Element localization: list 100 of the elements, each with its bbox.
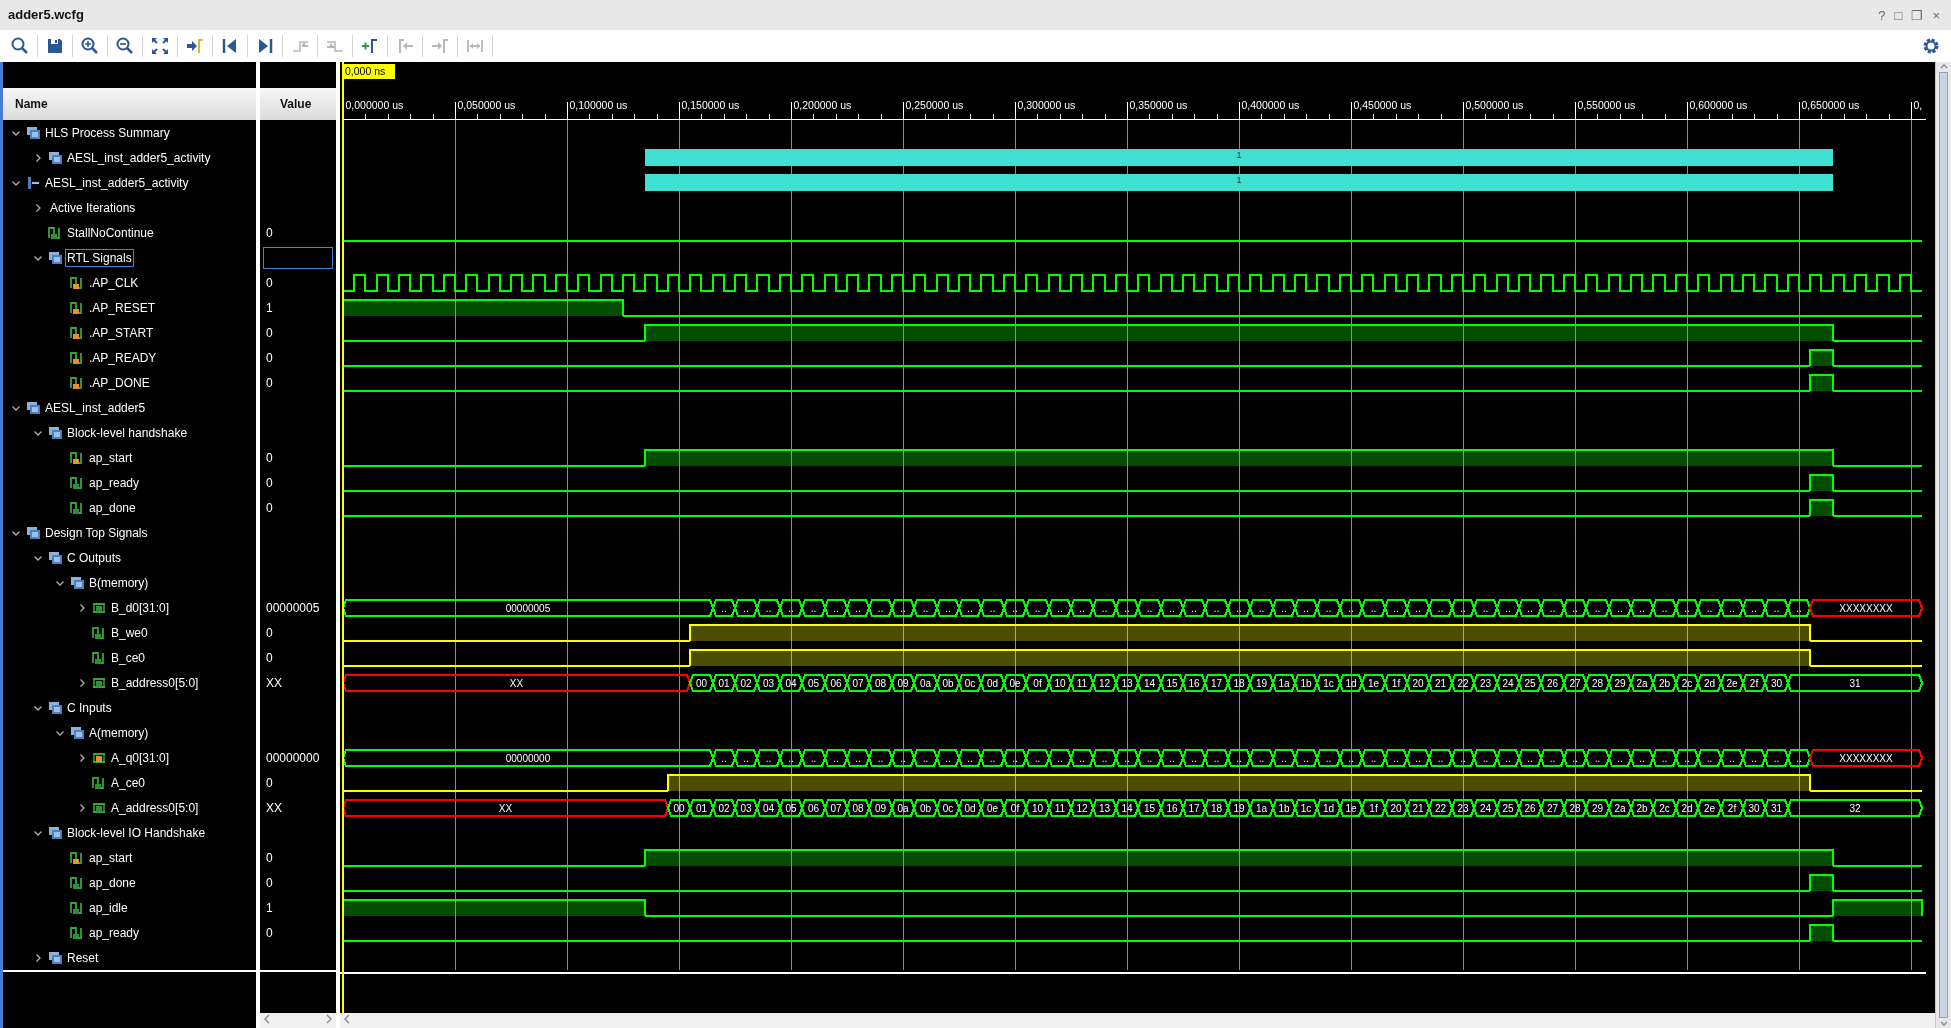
tree-item[interactable]: A_address0[5:0]	[109, 798, 201, 817]
tree-item[interactable]: AESL_inst_adder5_activity	[43, 173, 191, 192]
tree-item[interactable]: StallNoContinue	[65, 223, 156, 242]
tree-item[interactable]: .AP_READY	[87, 348, 159, 367]
window-control[interactable]: □	[1891, 8, 1906, 22]
bus-segment: 00	[688, 674, 715, 692]
tree-item[interactable]: B(memory)	[87, 573, 151, 592]
signal-value: 0	[266, 849, 273, 867]
column-header[interactable]: Name	[3, 88, 256, 120]
bus-segment: 10	[1047, 674, 1073, 692]
tree-item[interactable]: Reset	[65, 948, 101, 967]
tree-item[interactable]: .AP_DONE	[87, 373, 152, 392]
tree-item[interactable]: A_ce0	[109, 773, 148, 792]
tree-item[interactable]: C Inputs	[65, 698, 114, 717]
bus-segment: ..	[1584, 599, 1611, 617]
zoom-out-icon	[115, 36, 135, 56]
tree-item[interactable]: ap_idle	[87, 898, 130, 917]
bus-segment: 31	[1763, 799, 1790, 817]
tree-item[interactable]: ap_done	[87, 498, 138, 517]
vertical-scrollbar[interactable]	[1935, 62, 1951, 1028]
tree-item[interactable]: Active Iterations	[48, 198, 138, 217]
tree-item[interactable]: Block-level IO Handshake	[65, 823, 208, 842]
tree-item[interactable]: C Outputs	[65, 548, 124, 567]
chevron-right-icon[interactable]	[33, 152, 43, 163]
bus-segment: 28	[1562, 799, 1588, 817]
column-header[interactable]: Value	[260, 88, 336, 120]
chevron-right-icon[interactable]	[77, 802, 87, 813]
scroll-left-icon[interactable]	[263, 1013, 271, 1025]
bus-segment: ..	[1562, 749, 1588, 767]
bus-segment: ..	[755, 749, 782, 767]
bus-segment: 09	[890, 674, 916, 692]
bus-segment: ..	[1427, 749, 1454, 767]
bus-segment: 01	[711, 674, 737, 692]
tick-label: 0,000000 us	[345, 99, 404, 111]
tree-item[interactable]: ap_ready	[87, 473, 142, 492]
tree-item[interactable]: .AP_CLK	[87, 273, 141, 292]
bus-segment: ..	[1248, 749, 1275, 767]
window-control[interactable]: ?	[1875, 8, 1889, 22]
window-control[interactable]: ❐	[1908, 8, 1927, 22]
tree-item[interactable]: A_q0[31:0]	[109, 748, 172, 767]
bus-segment: ..	[1159, 749, 1185, 767]
tick-label: 0,500000 us	[1465, 99, 1524, 111]
tree-item[interactable]: ap_start	[87, 848, 135, 867]
bus-segment: ..	[1114, 599, 1140, 617]
tree-item[interactable]: B_d0[31:0]	[109, 598, 172, 617]
bus-segment: 0f	[1024, 674, 1051, 692]
chevron-right-icon[interactable]	[77, 602, 87, 613]
bus-segment: ..	[1315, 599, 1342, 617]
tree-item[interactable]: ap_start	[87, 448, 135, 467]
tick-label: 0,150000 us	[681, 99, 740, 111]
scroll-left-icon[interactable]	[343, 1013, 351, 1025]
bus-segment: ..	[1069, 749, 1095, 767]
chevron-right-icon[interactable]	[77, 677, 87, 688]
bus-segment: ..	[1719, 599, 1745, 617]
tree-item[interactable]: Block-level handshake	[65, 423, 190, 442]
bus-segment: 1a	[1248, 799, 1275, 817]
tree-item[interactable]: .AP_START	[87, 323, 156, 342]
bus-segment: 1d	[1338, 674, 1364, 692]
chevron-right-icon[interactable]	[77, 752, 87, 763]
signal-value: 0	[266, 324, 273, 342]
tick-label: 0,350000 us	[1129, 99, 1188, 111]
tree-item[interactable]: Design Top Signals	[43, 523, 150, 542]
bus-segment: 30	[1763, 674, 1790, 692]
horizontal-scrollbar[interactable]	[260, 1013, 336, 1028]
signal-value: 0	[266, 224, 273, 242]
group-icon	[48, 250, 62, 265]
tree-item[interactable]: B_ce0	[109, 648, 148, 667]
bus-segment: 27	[1539, 799, 1566, 817]
scroll-right-icon[interactable]	[325, 1013, 333, 1025]
bus-segment: 01	[688, 799, 715, 817]
scroll-up-icon[interactable]	[1938, 62, 1949, 70]
tree-item[interactable]: HLS Process Summary	[43, 123, 172, 142]
window-control[interactable]: ×	[1929, 8, 1943, 22]
signal-icon	[48, 225, 62, 240]
bus-segment: ..	[935, 599, 961, 617]
bus-segment: 1d	[1315, 799, 1342, 817]
tree-item[interactable]: ap_ready	[87, 923, 142, 942]
tree-item[interactable]: AESL_inst_adder5	[43, 398, 148, 417]
signal-icon	[70, 500, 84, 515]
group-icon	[70, 725, 84, 740]
tree-item[interactable]: B_address0[5:0]	[109, 673, 201, 692]
chevron-right-icon[interactable]	[33, 952, 43, 963]
activity-icon	[26, 175, 40, 190]
tree-item[interactable]: ap_done	[87, 873, 138, 892]
tree-item[interactable]: RTL Signals	[65, 248, 134, 267]
horizontal-scrollbar[interactable]	[340, 1013, 1935, 1028]
bus-segment: 0e	[979, 799, 1006, 817]
window-title: adder5.wcfg	[8, 6, 84, 25]
tree-item[interactable]: B_we0	[109, 623, 150, 642]
tree-item[interactable]: A(memory)	[87, 723, 151, 742]
bus-segment: 2a	[1607, 799, 1633, 817]
scroll-down-icon[interactable]	[1938, 1020, 1949, 1028]
bus-segment: ..	[1069, 599, 1095, 617]
chevron-right-icon[interactable]	[33, 202, 43, 213]
signal-icon	[70, 275, 84, 290]
bus-segment: 04	[778, 674, 804, 692]
bus-segment: ..	[1607, 749, 1633, 767]
tick-label: 0,600000 us	[1689, 99, 1748, 111]
tree-item[interactable]: .AP_RESET	[87, 298, 158, 317]
tree-item[interactable]: AESL_inst_adder5_activity	[65, 148, 213, 167]
